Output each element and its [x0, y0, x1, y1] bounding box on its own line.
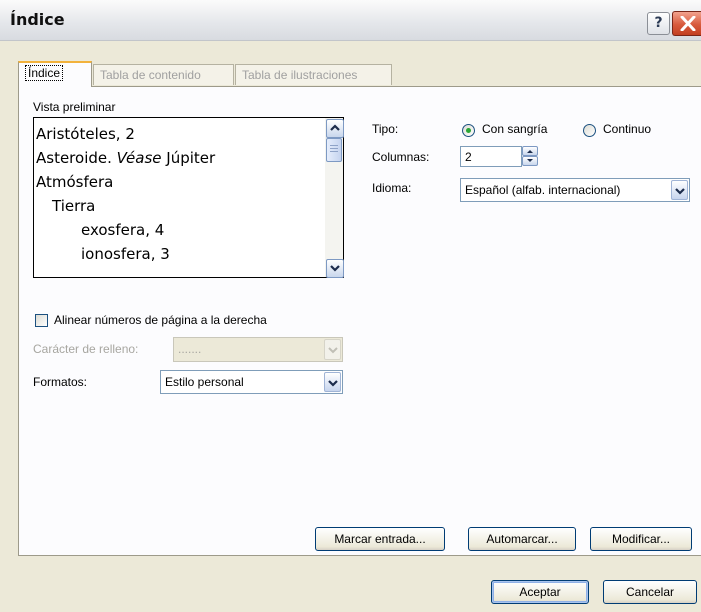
chevron-up-icon — [330, 124, 340, 131]
radio-continuo-label[interactable]: Continuo — [603, 122, 651, 136]
tab-indice-label: Índice — [25, 65, 64, 81]
tab-tabla-contenido[interactable]: Tabla de contenido — [93, 64, 234, 85]
title-bar: Índice ? — [0, 0, 701, 41]
scroll-up-button[interactable] — [326, 119, 344, 138]
preview-box: Aristóteles, 2 Asteroide. Véase Júpiter … — [33, 117, 344, 278]
preview-scrollbar[interactable] — [325, 118, 344, 278]
alinear-checkbox[interactable] — [35, 314, 48, 327]
formatos-value: Estilo personal — [165, 375, 244, 389]
idioma-select[interactable]: Español (alfab. internacional) — [460, 178, 690, 202]
close-icon — [680, 16, 696, 31]
tipo-label: Tipo: — [372, 122, 399, 136]
marcar-entrada-button[interactable]: Marcar entrada... — [315, 527, 445, 551]
preview-entry: Asteroide. Véase Júpiter — [36, 149, 216, 167]
preview-entry: Aristóteles, 2 — [36, 125, 135, 143]
idioma-value: Español (alfab. internacional) — [465, 183, 621, 197]
formatos-select[interactable]: Estilo personal — [160, 370, 343, 394]
scroll-thumb[interactable] — [326, 138, 342, 162]
preview-entry: Tierra — [52, 197, 96, 215]
dialog-title: Índice — [10, 10, 65, 29]
chevron-down-icon — [675, 188, 685, 195]
columnas-spinner[interactable] — [522, 146, 538, 166]
radio-con-sangria-label[interactable]: Con sangría — [482, 122, 547, 136]
chevron-down-icon — [330, 265, 340, 272]
triangle-up-icon — [527, 150, 533, 153]
chevron-down-icon — [328, 347, 338, 354]
help-button[interactable]: ? — [647, 12, 670, 35]
radio-continuo[interactable] — [583, 124, 596, 137]
alinear-label[interactable]: Alinear números de página a la derecha — [54, 313, 267, 327]
preview-text: Aristóteles, 2 Asteroide. Véase Júpiter … — [36, 122, 322, 275]
preview-entry: Atmósfera — [36, 173, 114, 191]
preview-entry: exosfera, 4 — [81, 221, 165, 239]
formatos-label: Formatos: — [33, 375, 88, 389]
relleno-select[interactable]: ....... — [173, 337, 343, 362]
tab-tabla-ilustraciones[interactable]: Tabla de ilustraciones — [235, 64, 392, 85]
automarcar-button[interactable]: Automarcar... — [468, 527, 576, 551]
relleno-label: Carácter de relleno: — [33, 342, 139, 356]
modificar-button[interactable]: Modificar... — [590, 527, 692, 551]
spin-up-button[interactable] — [522, 146, 538, 156]
columnas-label: Columnas: — [372, 150, 430, 164]
aceptar-button[interactable]: Aceptar — [491, 580, 589, 604]
idioma-dropdown-button[interactable] — [671, 180, 688, 200]
tab-indice[interactable]: Índice — [18, 61, 92, 87]
index-dialog: Índice ? Índice Tabla de contenido Tabla… — [0, 0, 701, 612]
relleno-dropdown-button[interactable] — [324, 339, 341, 360]
formatos-dropdown-button[interactable] — [324, 372, 341, 392]
preview-entry: ionosfera, 3 — [81, 245, 170, 263]
vista-preliminar-label: Vista preliminar — [33, 100, 116, 114]
triangle-down-icon — [527, 159, 533, 162]
radio-con-sangria[interactable] — [462, 124, 475, 137]
spin-down-button[interactable] — [522, 156, 538, 166]
relleno-value: ....... — [178, 342, 202, 356]
close-button[interactable] — [672, 11, 701, 36]
columnas-input[interactable]: 2 — [460, 146, 522, 167]
preview-entry: … — [36, 266, 322, 275]
scroll-down-button[interactable] — [326, 259, 344, 278]
cancelar-button[interactable]: Cancelar — [603, 580, 697, 604]
idioma-label: Idioma: — [372, 181, 412, 195]
chevron-down-icon — [328, 380, 338, 387]
